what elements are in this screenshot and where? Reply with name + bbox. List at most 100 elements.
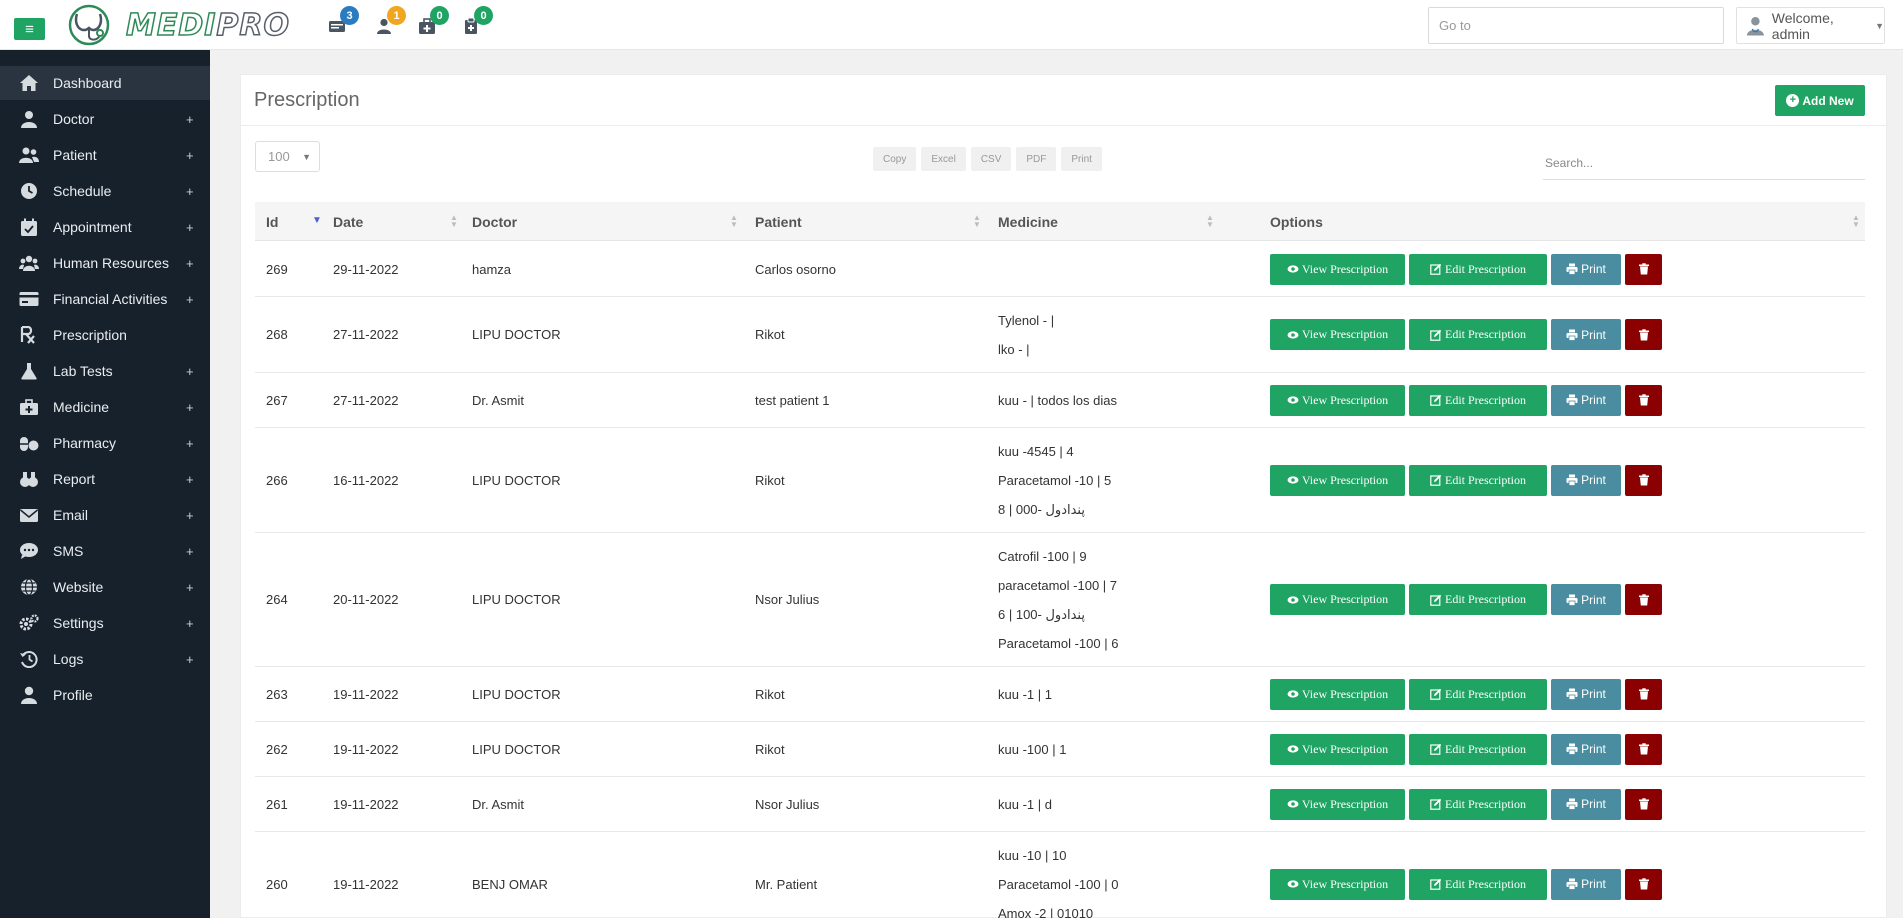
view-prescription-button[interactable]: View Prescription	[1270, 384, 1405, 416]
delete-prescription-button[interactable]	[1625, 464, 1662, 496]
chevron-down-icon: ▼	[302, 151, 311, 162]
report-icon	[18, 469, 40, 489]
view-prescription-button[interactable]: View Prescription	[1270, 319, 1405, 350]
goto-input[interactable]	[1428, 7, 1724, 44]
delete-prescription-button[interactable]	[1625, 733, 1662, 765]
billing-notification[interactable]: 3	[328, 6, 359, 39]
sidebar-item-medicine[interactable]: Medicine +	[0, 390, 210, 424]
cell-patient: Nsor Julius	[755, 796, 820, 812]
app-logo[interactable]: MEDIPRO	[60, 4, 290, 46]
cell-medicine: kuu - | todos los dias	[998, 373, 1117, 427]
clipboard-notification[interactable]: 0	[462, 6, 493, 39]
sidebar-item-human-resources[interactable]: Human Resources +	[0, 246, 210, 280]
sidebar-item-pharmacy[interactable]: Pharmacy +	[0, 426, 210, 460]
add-new-button[interactable]: + Add New	[1775, 85, 1865, 116]
medkit-icon	[18, 397, 40, 417]
edit-prescription-button[interactable]: Edit Prescription	[1409, 584, 1547, 615]
user-menu[interactable]: Welcome, admin ▼	[1736, 7, 1885, 44]
print-prescription-button[interactable]: Print	[1551, 384, 1621, 416]
sidebar-item-email[interactable]: Email +	[0, 498, 210, 532]
delete-prescription-button[interactable]	[1625, 678, 1662, 710]
print-table-button[interactable]: Print	[1061, 147, 1102, 171]
cell-date: 19-11-2022	[333, 686, 399, 702]
delete-prescription-button[interactable]	[1625, 253, 1662, 285]
view-prescription-button[interactable]: View Prescription	[1270, 788, 1405, 820]
sidebar-item-financial-activities[interactable]: Financial Activities +	[0, 282, 210, 316]
sidebar-item-prescription[interactable]: Prescription	[0, 318, 210, 352]
delete-prescription-button[interactable]	[1625, 868, 1662, 900]
edit-prescription-button[interactable]: Edit Prescription	[1409, 464, 1547, 496]
csv-button[interactable]: CSV	[970, 147, 1012, 171]
medkit-notification[interactable]: 0	[418, 6, 449, 39]
print-prescription-button[interactable]: Print	[1551, 584, 1621, 615]
print-prescription-button[interactable]: Print	[1551, 788, 1621, 820]
medicine-line: Amox -2 | 01010	[998, 905, 1094, 918]
sidebar-item-logs[interactable]: Logs +	[0, 642, 210, 676]
eye-icon	[1287, 476, 1299, 484]
search-input[interactable]	[1543, 147, 1865, 180]
page-length-select[interactable]: 100 ▼	[255, 141, 320, 172]
view-prescription-button[interactable]: View Prescription	[1270, 733, 1405, 765]
medicine-line: kuu - | todos los dias	[998, 392, 1117, 408]
print-prescription-button[interactable]: Print	[1551, 678, 1621, 710]
delete-prescription-button[interactable]	[1625, 584, 1662, 615]
user-notification[interactable]: 1	[375, 6, 406, 39]
delete-prescription-button[interactable]	[1625, 384, 1662, 416]
edit-prescription-button[interactable]: Edit Prescription	[1409, 868, 1547, 900]
cell-date: 20-11-2022	[333, 592, 399, 607]
print-prescription-button[interactable]: Print	[1551, 464, 1621, 496]
medicine-line: Paracetamol -100 | 0	[998, 876, 1119, 892]
column-header-options[interactable]: Options	[1270, 202, 1390, 241]
excel-button[interactable]: Excel	[921, 147, 966, 171]
cell-date: 27-11-2022	[333, 392, 399, 408]
column-header-medicine[interactable]: Medicine	[998, 202, 1118, 241]
sidebar-item-website[interactable]: Website +	[0, 570, 210, 604]
view-prescription-button[interactable]: View Prescription	[1270, 678, 1405, 710]
print-prescription-button[interactable]: Print	[1551, 733, 1621, 765]
view-prescription-button[interactable]: View Prescription	[1270, 584, 1405, 615]
menu-toggle-button[interactable]: ≡	[14, 18, 45, 40]
sidebar-item-schedule[interactable]: Schedule +	[0, 174, 210, 208]
view-prescription-button[interactable]: View Prescription	[1270, 253, 1405, 285]
welcome-text: Welcome, admin	[1771, 9, 1834, 42]
eye-icon	[1287, 396, 1299, 404]
edit-prescription-button[interactable]: Edit Prescription	[1409, 253, 1547, 285]
sidebar-item-settings[interactable]: Settings +	[0, 606, 210, 640]
print-prescription-button[interactable]: Print	[1551, 868, 1621, 900]
cell-options: View Prescription Edit Prescription Print	[1270, 777, 1662, 831]
column-header-patient[interactable]: Patient	[755, 202, 875, 241]
edit-icon	[1430, 878, 1442, 890]
print-prescription-button[interactable]: Print	[1551, 319, 1621, 350]
delete-prescription-button[interactable]	[1625, 788, 1662, 820]
print-icon	[1566, 329, 1578, 341]
sidebar-item-report[interactable]: Report +	[0, 462, 210, 496]
sidebar-item-sms[interactable]: SMS +	[0, 534, 210, 568]
table-row: 267 27-11-2022 Dr. Asmit test patient 1 kuu …	[255, 373, 1865, 428]
delete-prescription-button[interactable]	[1625, 319, 1662, 350]
edit-prescription-button[interactable]: Edit Prescription	[1409, 788, 1547, 820]
view-prescription-button[interactable]: View Prescription	[1270, 868, 1405, 900]
print-icon	[1566, 878, 1578, 890]
trash-icon	[1638, 394, 1649, 406]
cell-doctor: LIPU DOCTOR	[472, 741, 561, 757]
print-prescription-button[interactable]: Print	[1551, 253, 1621, 285]
cell-medicine: kuu -4545 | 4 Paracetamol -10 | 5 پندادول …	[998, 428, 1111, 532]
edit-prescription-button[interactable]: Edit Prescription	[1409, 678, 1547, 710]
pdf-button[interactable]: PDF	[1016, 147, 1057, 171]
edit-prescription-button[interactable]: Edit Prescription	[1409, 733, 1547, 765]
view-prescription-button[interactable]: View Prescription	[1270, 464, 1405, 496]
column-header-doctor[interactable]: Doctor	[472, 202, 592, 241]
sidebar-item-lab-tests[interactable]: Lab Tests +	[0, 354, 210, 388]
credit-card-icon	[18, 289, 40, 309]
edit-prescription-button[interactable]: Edit Prescription	[1409, 384, 1547, 416]
cell-id: 260	[266, 876, 288, 892]
sidebar-item-appointment[interactable]: Appointment +	[0, 210, 210, 244]
edit-prescription-button[interactable]: Edit Prescription	[1409, 319, 1547, 350]
sidebar-item-dashboard[interactable]: Dashboard	[0, 66, 210, 100]
print-icon	[1566, 594, 1578, 606]
sidebar-item-doctor[interactable]: Doctor +	[0, 102, 210, 136]
sidebar-item-profile[interactable]: Profile	[0, 678, 210, 712]
column-header-date[interactable]: Date	[333, 202, 453, 241]
copy-button[interactable]: Copy	[873, 147, 917, 171]
sidebar-item-patient[interactable]: Patient +	[0, 138, 210, 172]
